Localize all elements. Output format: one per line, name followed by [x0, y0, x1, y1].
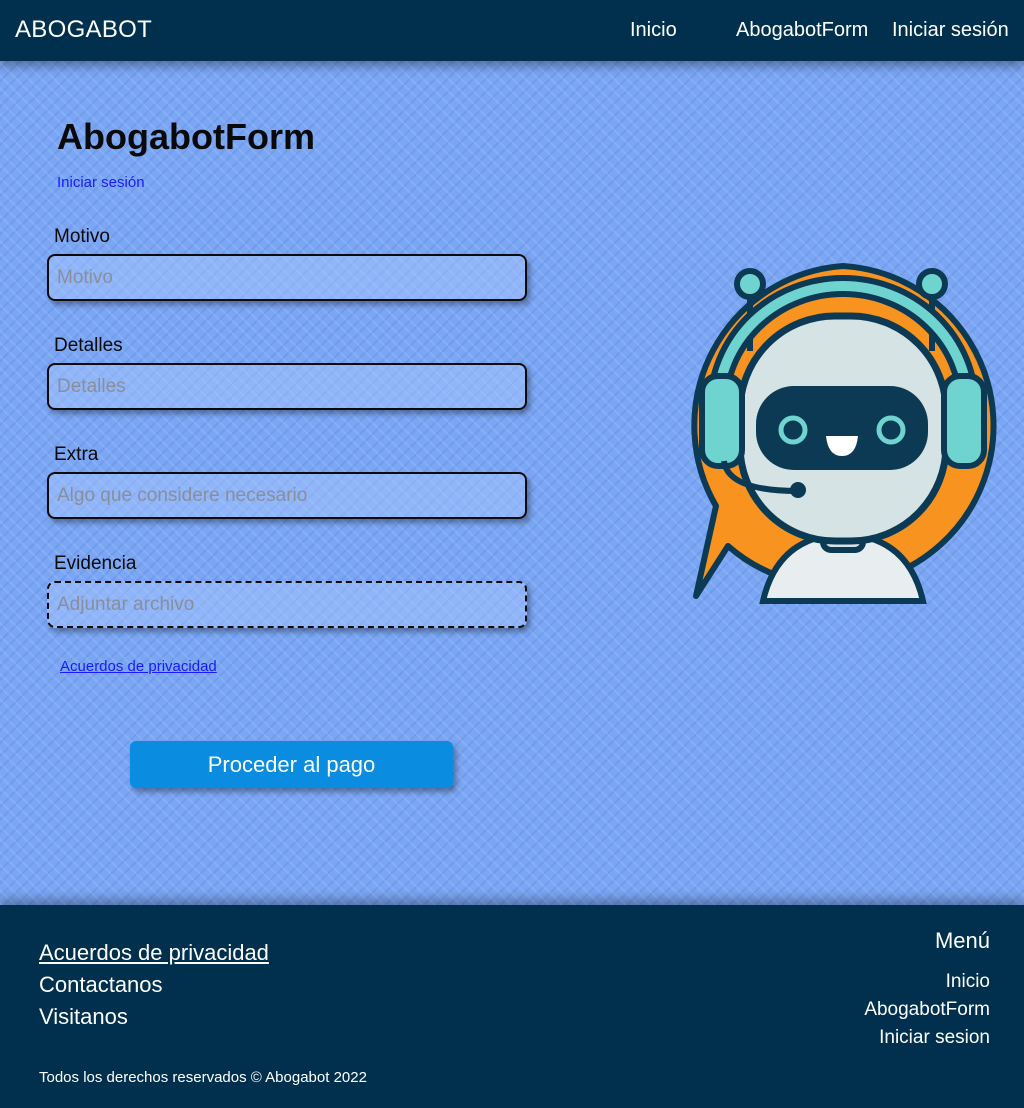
page-title: AbogabotForm — [57, 116, 315, 157]
motivo-label: Motivo — [54, 226, 110, 247]
footer-menu-iniciar-sesion[interactable]: Iniciar sesion — [879, 1027, 990, 1049]
login-link[interactable]: Iniciar sesión — [57, 174, 145, 191]
chatbot-robot-icon — [691, 263, 997, 604]
footer-visit-link[interactable]: Visitanos — [39, 1004, 128, 1030]
proceed-to-payment-button[interactable]: Proceder al pago — [130, 741, 453, 788]
evidencia-label: Evidencia — [54, 553, 137, 574]
detalles-label: Detalles — [54, 335, 123, 356]
footer-menu-abogabotform[interactable]: AbogabotForm — [864, 999, 990, 1021]
motivo-input[interactable] — [47, 254, 527, 301]
extra-input[interactable] — [47, 472, 527, 519]
privacy-agreement-link[interactable]: Acuerdos de privacidad — [60, 658, 217, 675]
extra-label: Extra — [54, 444, 99, 465]
nav-link-iniciar-sesion[interactable]: Iniciar sesión — [892, 19, 1009, 42]
footer-privacy-link[interactable]: Acuerdos de privacidad — [39, 940, 269, 966]
detalles-input[interactable] — [47, 363, 527, 410]
evidencia-file-input[interactable] — [47, 581, 527, 628]
nav-link-abogabotform[interactable]: AbogabotForm — [736, 19, 868, 42]
footer-menu-heading: Menú — [934, 928, 990, 953]
nav-link-inicio[interactable]: Inicio — [630, 19, 677, 42]
footer: Acuerdos de privacidad Contactanos Visit… — [0, 905, 1024, 1108]
top-navbar: ABOGABOT Inicio AbogabotForm Iniciar ses… — [0, 0, 1024, 61]
brand-logo-text[interactable]: ABOGABOT — [15, 16, 152, 44]
copyright-text: Todos los derechos reservados © Abogabot… — [39, 1069, 367, 1086]
footer-menu-inicio[interactable]: Inicio — [946, 971, 990, 993]
footer-contact-link[interactable]: Contactanos — [39, 972, 163, 998]
